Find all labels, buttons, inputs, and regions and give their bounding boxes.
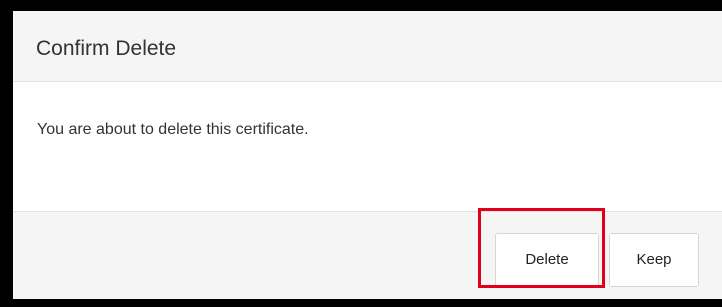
delete-button[interactable]: Delete xyxy=(495,233,599,287)
keep-button[interactable]: Keep xyxy=(609,233,699,287)
dialog-title: Confirm Delete xyxy=(36,37,177,60)
dialog-message: You are about to delete this certificate… xyxy=(37,121,309,138)
confirm-delete-dialog: Confirm Delete You are about to delete t… xyxy=(13,11,722,299)
dialog-body: You are about to delete this certificate… xyxy=(13,82,722,211)
dialog-header: Confirm Delete xyxy=(13,11,722,82)
dialog-footer: Delete Keep xyxy=(13,211,722,299)
